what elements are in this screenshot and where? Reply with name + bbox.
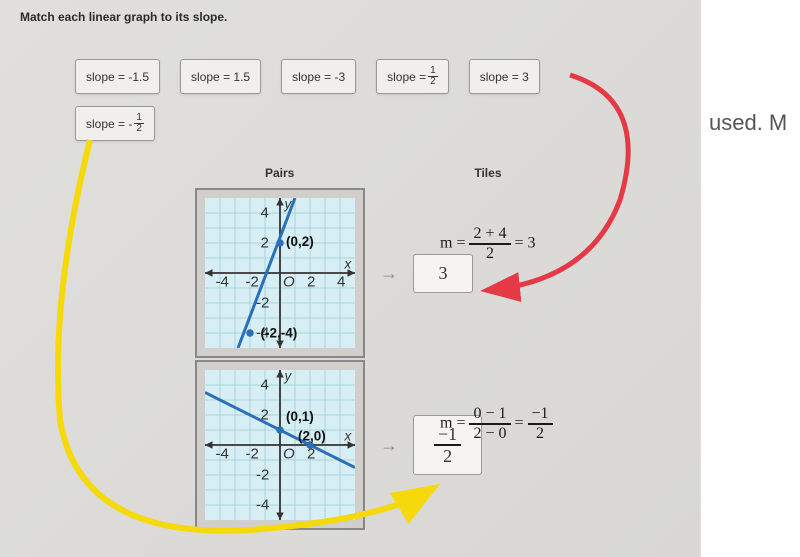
fraction-half: 1 2 <box>428 66 438 87</box>
svg-text:2: 2 <box>261 235 269 252</box>
tile-slope-1-5[interactable]: slope = 1.5 <box>180 59 261 94</box>
tiles-row-2: slope = - 1 2 <box>75 106 685 141</box>
tile-slope-3[interactable]: slope = 3 <box>469 59 540 94</box>
tile-prefix: slope = - <box>86 117 132 131</box>
hw-fraction: 2 + 4 2 <box>469 225 510 263</box>
fraction-neg-half: 1 2 <box>134 113 144 134</box>
worksheet-panel: Match each linear graph to its slope. sl… <box>0 0 700 557</box>
svg-text:x: x <box>344 429 353 444</box>
svg-text:(0,2): (0,2) <box>286 234 314 249</box>
graph-row-2: -4 -2 2 4 2 -2 -4 O y x (0,1) (2,0) → <box>195 360 685 530</box>
svg-text:-2: -2 <box>246 274 259 291</box>
svg-text:y: y <box>284 198 293 212</box>
instruction-text: Match each linear graph to its slope. <box>20 10 685 24</box>
svg-text:-2: -2 <box>256 295 269 312</box>
svg-text:-4: -4 <box>216 274 229 291</box>
graph-row-1: -4 -2 2 4 4 2 -2 -4 O y x (0,2) (-2,-4) <box>195 188 685 358</box>
svg-text:x: x <box>344 257 353 272</box>
svg-text:4: 4 <box>337 274 345 291</box>
handwritten-work-1: m = 2 + 4 2 = 3 <box>440 225 536 263</box>
grid-svg-1: -4 -2 2 4 4 2 -2 -4 O y x (0,2) (-2,-4) <box>205 198 355 348</box>
svg-text:-4: -4 <box>256 497 269 514</box>
svg-text:-2: -2 <box>256 467 269 484</box>
header-tiles: Tiles <box>474 166 501 180</box>
svg-text:2: 2 <box>307 274 315 291</box>
svg-text:4: 4 <box>261 377 269 394</box>
graph-2[interactable]: -4 -2 2 4 2 -2 -4 O y x (0,1) (2,0) <box>195 360 365 530</box>
tile-slope-neg-half[interactable]: slope = - 1 2 <box>75 106 155 141</box>
tile-slope-neg-1-5[interactable]: slope = -1.5 <box>75 59 160 94</box>
svg-text:(-2,-4): (-2,-4) <box>261 326 298 341</box>
tiles-row-1: slope = -1.5 slope = 1.5 slope = -3 slop… <box>75 59 685 94</box>
grid-svg-2: -4 -2 2 4 2 -2 -4 O y x (0,1) (2,0) <box>205 370 355 520</box>
svg-text:(0,1): (0,1) <box>286 409 314 424</box>
tile-slope-half[interactable]: slope = 1 2 <box>376 59 449 94</box>
graph-1[interactable]: -4 -2 2 4 4 2 -2 -4 O y x (0,2) (-2,-4) <box>195 188 365 358</box>
svg-text:O: O <box>283 446 295 463</box>
arrow-icon: → <box>380 435 398 456</box>
header-pairs: Pairs <box>265 166 294 180</box>
svg-text:2: 2 <box>261 407 269 424</box>
tile-prefix: slope = <box>387 70 426 84</box>
svg-text:y: y <box>284 370 293 384</box>
svg-text:O: O <box>283 274 295 291</box>
svg-text:-2: -2 <box>246 446 259 463</box>
handwritten-work-2: m = 0 − 1 2 − 0 = −1 2 <box>440 405 553 443</box>
arrow-icon: → <box>380 263 398 284</box>
svg-text:2: 2 <box>307 446 315 463</box>
hw-fraction: 0 − 1 2 − 0 <box>469 405 510 443</box>
right-panel: used. M <box>700 0 800 557</box>
tile-slope-neg-3[interactable]: slope = -3 <box>281 59 356 94</box>
svg-text:4: 4 <box>261 205 269 222</box>
right-panel-text: used. M <box>709 110 787 135</box>
column-headers: Pairs Tiles <box>265 166 685 180</box>
hw-fraction-result: −1 2 <box>528 405 553 443</box>
svg-text:-4: -4 <box>216 446 229 463</box>
svg-text:(2,0): (2,0) <box>298 429 326 444</box>
